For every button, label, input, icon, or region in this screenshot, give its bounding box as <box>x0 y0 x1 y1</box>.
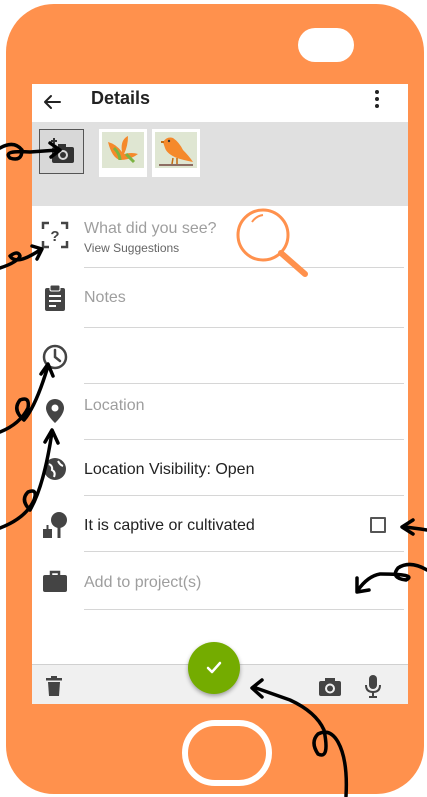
tree-icon <box>43 512 67 538</box>
date-row[interactable] <box>32 328 408 384</box>
species-input[interactable]: What did you see? <box>84 220 217 238</box>
arrow-left-icon[interactable] <box>42 92 62 112</box>
add-photo-button[interactable] <box>39 129 84 174</box>
camera-icon[interactable] <box>318 677 342 697</box>
notes-input[interactable]: Notes <box>84 289 126 307</box>
identify-frame-icon: ? <box>41 221 69 249</box>
view-suggestions-link[interactable]: View Suggestions <box>84 241 179 255</box>
microphone-icon[interactable] <box>364 674 382 698</box>
svg-text:?: ? <box>50 228 59 245</box>
notes-row[interactable]: Notes <box>32 268 408 328</box>
bird-flying-image <box>108 136 138 164</box>
location-visibility-value[interactable]: Location Visibility: Open <box>84 461 254 479</box>
photo-strip <box>32 122 408 206</box>
location-row[interactable]: Location <box>32 384 408 440</box>
projects-row[interactable]: Add to project(s) <box>32 552 408 610</box>
checkmark-icon <box>206 661 222 674</box>
projects-input[interactable]: Add to project(s) <box>84 574 201 592</box>
captive-checkbox[interactable] <box>370 517 386 533</box>
app-screen: Details ? What did you see? View Suggest… <box>32 84 408 704</box>
location-input[interactable]: Location <box>84 397 145 415</box>
briefcase-icon <box>43 570 67 592</box>
photo-thumbnail[interactable] <box>152 129 200 177</box>
top-bar: Details <box>32 84 408 122</box>
clock-icon <box>42 344 68 370</box>
more-vertical-icon[interactable] <box>370 88 384 110</box>
species-row[interactable]: ? What did you see? View Suggestions <box>32 206 408 268</box>
captive-row[interactable]: It is captive or cultivated <box>32 496 408 552</box>
location-visibility-row[interactable]: Location Visibility: Open <box>32 440 408 496</box>
page-title: Details <box>91 88 151 108</box>
phone-home-button[interactable] <box>182 720 272 786</box>
captive-label: It is captive or cultivated <box>84 517 255 534</box>
globe-icon <box>44 458 66 480</box>
phone-speaker <box>298 28 354 62</box>
trash-icon[interactable] <box>44 675 64 697</box>
photo-thumbnail[interactable] <box>99 129 147 177</box>
clipboard-icon <box>45 284 65 311</box>
add-photo-camera-icon <box>51 138 74 163</box>
bird-perched-image <box>159 137 193 166</box>
divider <box>84 609 404 610</box>
map-pin-icon <box>46 399 64 423</box>
submit-button[interactable] <box>188 642 240 694</box>
